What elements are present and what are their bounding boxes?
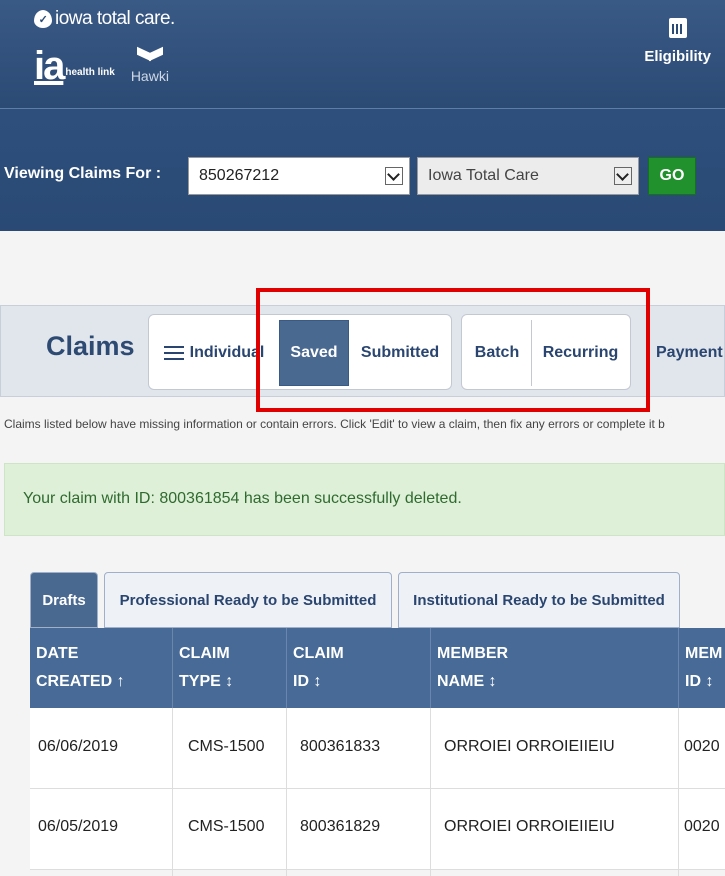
- col-claim-type[interactable]: CLAIM TYPE ↕: [172, 628, 286, 708]
- hawki-label: Hawki: [130, 68, 169, 84]
- tab-drafts[interactable]: Drafts: [30, 572, 98, 628]
- col-claim-id[interactable]: CLAIM ID ↕: [286, 628, 430, 708]
- cell-type: CMS-1500: [188, 738, 265, 755]
- cell-date: 06/05/2019: [38, 818, 119, 835]
- claims-filter-bar: Viewing Claims For : 850267212 Iowa Tota…: [0, 108, 725, 231]
- eligibility-label: Eligibility: [644, 48, 711, 65]
- cell-member-name: ORROIEI ORROIEIIEIU: [444, 738, 615, 755]
- highlight-box: [256, 288, 650, 412]
- col-claim-type-line1: CLAIM: [179, 645, 230, 662]
- provider-id-value: 850267212: [199, 167, 280, 184]
- alert-text: Your claim with ID: 800361854 has been s…: [23, 490, 462, 507]
- column-divider: [430, 708, 431, 876]
- cell-claim-id: 800361833: [300, 738, 381, 755]
- hawki-logo: Hawki: [131, 48, 169, 84]
- cell-member-id: 0020: [684, 818, 720, 835]
- column-divider: [678, 708, 679, 876]
- calendar-icon: [668, 18, 687, 38]
- col-claim-type-line2: TYPE ↕: [179, 673, 234, 690]
- column-divider: [172, 708, 173, 876]
- ia-logo: ia: [34, 44, 65, 88]
- col-member-name[interactable]: MEMBER NAME ↕: [430, 628, 678, 708]
- health-link-logo: health link: [65, 67, 115, 78]
- col-claim-id-line2: ID ↕: [293, 673, 322, 690]
- menu-icon: [163, 346, 184, 360]
- col-date-created[interactable]: DATE CREATED ↑: [30, 628, 172, 708]
- chevron-down-icon: [614, 167, 632, 185]
- hawki-bird-icon: [137, 48, 163, 68]
- cell-member-id: 0020: [684, 738, 720, 755]
- cell-type: CMS-1500: [188, 818, 265, 835]
- col-member-id-line2: ID ↕: [685, 673, 714, 690]
- col-member-name-line2: NAME ↕: [437, 673, 497, 690]
- success-alert: Your claim with ID: 800361854 has been s…: [4, 463, 725, 536]
- col-date-created-line1: DATE: [36, 645, 79, 662]
- go-button[interactable]: GO: [648, 157, 696, 195]
- col-member-id[interactable]: MEM ID ↕: [678, 628, 725, 708]
- tab-payment[interactable]: Payment: [652, 320, 725, 386]
- info-text: Claims listed below have missing informa…: [4, 417, 665, 431]
- cell-member-name: ORROIEI ORROIEIIEIU: [444, 818, 615, 835]
- cell-claim-id: 800361829: [300, 818, 381, 835]
- heart-icon: ✓: [34, 10, 52, 28]
- provider-id-select[interactable]: 850267212: [188, 157, 410, 195]
- brand-name: iowa total care.: [55, 8, 175, 29]
- partner-logos: ia health link Hawki: [34, 44, 169, 88]
- eligibility-nav[interactable]: Eligibility: [644, 18, 711, 65]
- iowa-total-care-logo[interactable]: ✓ iowa total care.: [34, 8, 175, 30]
- top-header: ✓ iowa total care. ia health link Hawki …: [0, 0, 725, 108]
- column-divider: [286, 708, 287, 876]
- col-member-id-line1: MEM: [685, 645, 723, 662]
- col-claim-id-line1: CLAIM: [293, 645, 344, 662]
- chevron-down-icon: [385, 167, 403, 185]
- col-member-name-line1: MEMBER: [437, 645, 509, 662]
- col-date-created-line2: CREATED ↑: [36, 673, 125, 690]
- tab-institutional-ready[interactable]: Institutional Ready to be Submitted: [398, 572, 680, 628]
- cell-date: 06/06/2019: [38, 738, 119, 755]
- tab-professional-ready[interactable]: Professional Ready to be Submitted: [104, 572, 392, 628]
- viewing-claims-label: Viewing Claims For :: [4, 165, 162, 182]
- tab-individual-label: Individual: [189, 344, 265, 361]
- claims-title: Claims: [46, 331, 135, 361]
- plan-value: Iowa Total Care: [428, 167, 539, 184]
- plan-select[interactable]: Iowa Total Care: [417, 157, 639, 195]
